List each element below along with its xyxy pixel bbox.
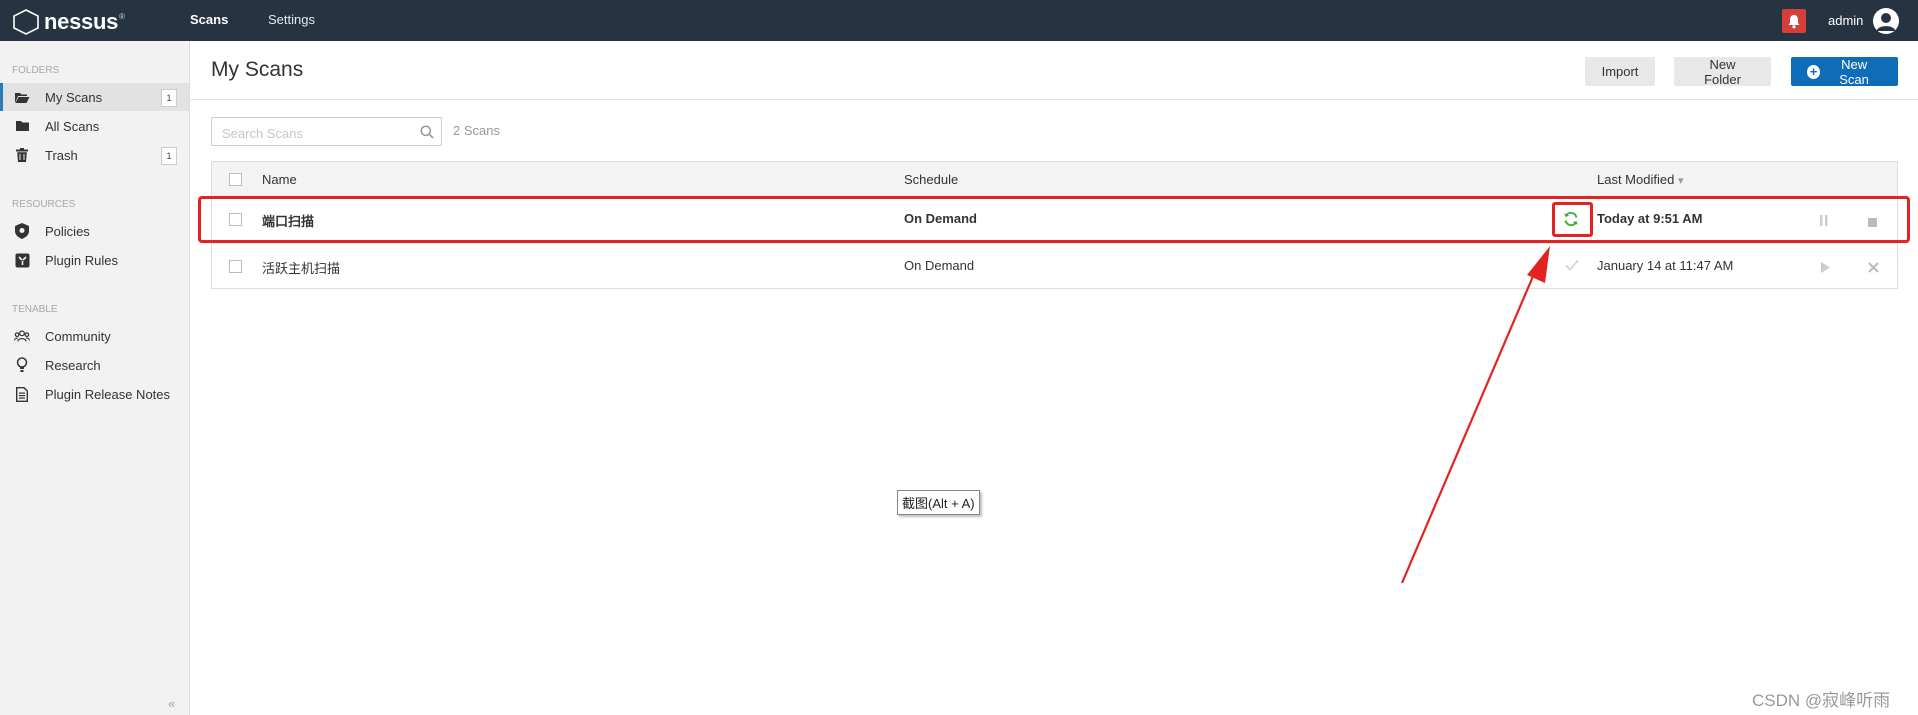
scan-schedule: On Demand [904,211,977,226]
sidebar-item-label: Community [45,328,111,344]
completed-check-icon [1565,259,1579,271]
sidebar-item-my-scans[interactable]: My Scans 1 [0,83,189,111]
sidebar-item-trash[interactable]: Trash 1 [0,141,189,169]
delete-icon[interactable] [1868,260,1879,276]
scan-last-modified: Today at 9:51 AM [1597,211,1703,226]
document-icon [14,386,30,402]
sidebar-heading-folders: FOLDERS [12,65,60,76]
sort-desc-icon: ▾ [1677,175,1684,187]
new-scan-label: New Scan [1839,56,1869,87]
column-last-modified[interactable]: Last Modified ▾ [1597,172,1683,187]
row-checkbox[interactable] [229,213,242,226]
column-schedule[interactable]: Schedule [904,172,958,187]
page-title: My Scans [211,58,304,81]
nessus-logo[interactable]: nessus ® [12,9,125,35]
running-refresh-icon [1563,211,1579,227]
top-navbar: nessus ® Scans Settings admin [0,0,1918,41]
play-icon[interactable] [1821,260,1830,276]
search-icon[interactable] [420,125,434,142]
sidebar-item-label: Policies [45,223,90,239]
nav-settings[interactable]: Settings [268,12,315,27]
sidebar-item-label: Research [45,357,101,373]
nav-scans[interactable]: Scans [190,12,228,27]
logo-text: nessus [44,9,119,34]
notifications-button[interactable] [1782,9,1806,33]
search-input[interactable] [220,123,414,143]
sidebar-item-policies[interactable]: Policies [0,217,189,245]
sidebar-heading-tenable: TENABLE [12,304,58,315]
plus-circle-icon: + [1807,64,1821,79]
hexagon-logo-icon [13,9,39,35]
sidebar-item-label: All Scans [45,118,100,134]
folder-open-icon [14,89,30,105]
pause-icon[interactable] [1820,213,1828,229]
scan-name[interactable]: 活跃主机扫描 [262,258,340,277]
logo-trademark: ® [119,11,125,21]
scan-name[interactable]: 端口扫描 [262,211,314,230]
header-divider [190,99,1918,100]
user-name[interactable]: admin [1828,13,1863,28]
import-button[interactable]: Import [1585,57,1655,86]
select-all-checkbox[interactable] [229,173,242,186]
collapse-sidebar-button[interactable]: « [168,696,175,711]
sidebar: FOLDERS My Scans 1 All Scans Trash 1 RES… [0,41,190,715]
community-icon [14,328,30,344]
watermark: CSDN @寂峰听雨 [1752,691,1891,710]
shield-icon [14,223,30,239]
scan-count: 2 Scans [453,123,500,138]
sidebar-item-label: My Scans [45,89,103,105]
folder-icon [14,118,30,134]
search-box[interactable] [211,117,442,146]
scan-schedule: On Demand [904,258,975,273]
sidebar-item-community[interactable]: Community [0,322,189,350]
row-checkbox[interactable] [229,260,242,273]
sidebar-item-plugin-rules[interactable]: Plugin Rules [0,246,189,274]
bell-icon [1788,14,1800,28]
folder-count-badge: 1 [161,89,177,107]
table-row[interactable]: 端口扫描 On Demand Today at 9:51 AM [212,197,1897,243]
sidebar-item-label: Plugin Rules [45,252,118,268]
sidebar-item-plugin-release-notes[interactable]: Plugin Release Notes [0,380,189,408]
lightbulb-icon [14,357,30,373]
new-folder-button[interactable]: New Folder [1674,57,1771,87]
column-name[interactable]: Name [262,172,297,187]
sidebar-item-all-scans[interactable]: All Scans [0,112,189,140]
user-icon [1876,13,1896,31]
user-avatar[interactable] [1873,8,1899,34]
stop-icon[interactable] [1868,214,1877,230]
column-last-modified-label: Last Modified [1597,172,1675,187]
table-row[interactable]: 活跃主机扫描 On Demand January 14 at 11:47 AM [212,243,1897,290]
red-arrow-annotation [1400,246,1550,584]
screenshot-tooltip: 截图(Alt + A) [897,490,980,515]
new-scan-button[interactable]: + New Scan [1791,56,1898,87]
sidebar-heading-resources: RESOURCES [12,199,76,210]
sidebar-item-research[interactable]: Research [0,351,189,379]
scan-last-modified: January 14 at 11:47 AM [1597,258,1734,273]
trash-icon [14,147,30,163]
scans-table: Name Schedule Last Modified ▾ 端口扫描 On De… [211,161,1898,289]
sidebar-item-label: Plugin Release Notes [45,386,171,402]
plugin-rules-icon [14,252,30,268]
table-header: Name Schedule Last Modified ▾ [212,162,1897,197]
sidebar-item-label: Trash [45,147,78,163]
folder-count-badge: 1 [161,147,177,165]
